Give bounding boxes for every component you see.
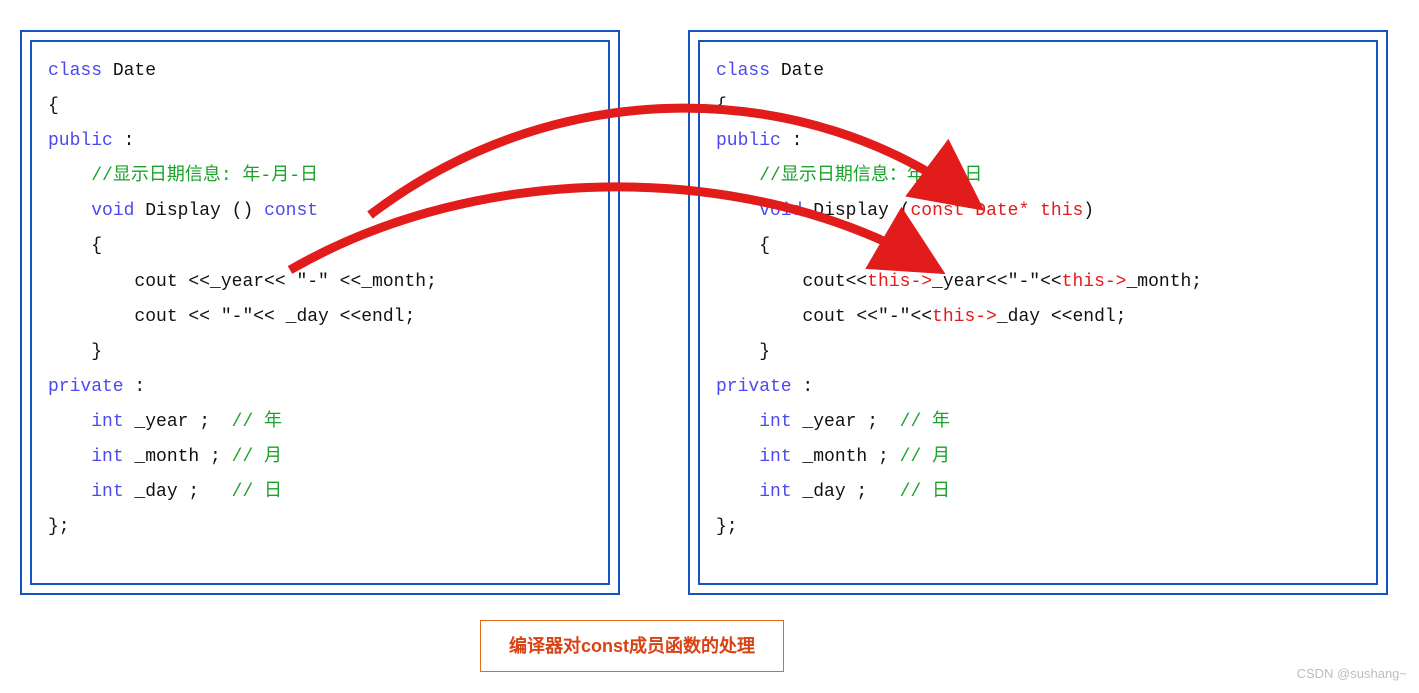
kw-private: private (716, 377, 792, 397)
kw-public: public (48, 131, 113, 151)
kw-class: class (48, 61, 102, 81)
kw-void: void (91, 201, 134, 221)
kw-const: const (253, 201, 318, 221)
right-code-panel: class Date { public : //显示日期信息：年-月-日 voi… (688, 30, 1388, 595)
comment-display: //显示日期信息：年-月-日 (759, 166, 982, 186)
this-param: const Date* this (910, 201, 1083, 221)
kw-private: private (48, 377, 124, 397)
diagram-stage: class Date { public : //显示日期信息: 年-月-日 vo… (0, 0, 1419, 693)
comment-display: //显示日期信息: 年-月-日 (91, 166, 318, 186)
caption-box: 编译器对const成员函数的处理 (480, 620, 784, 672)
right-code-inner: class Date { public : //显示日期信息：年-月-日 voi… (698, 40, 1378, 585)
kw-public: public (716, 131, 781, 151)
kw-class: class (716, 61, 770, 81)
caption-text: 编译器对const成员函数的处理 (509, 636, 755, 656)
left-code-inner: class Date { public : //显示日期信息: 年-月-日 vo… (30, 40, 610, 585)
watermark: CSDN @sushang~ (1297, 662, 1407, 687)
kw-void: void (759, 201, 802, 221)
left-code-block: class Date { public : //显示日期信息: 年-月-日 vo… (48, 54, 592, 545)
left-code-panel: class Date { public : //显示日期信息: 年-月-日 vo… (20, 30, 620, 595)
right-code-block: class Date { public : //显示日期信息：年-月-日 voi… (716, 54, 1360, 545)
